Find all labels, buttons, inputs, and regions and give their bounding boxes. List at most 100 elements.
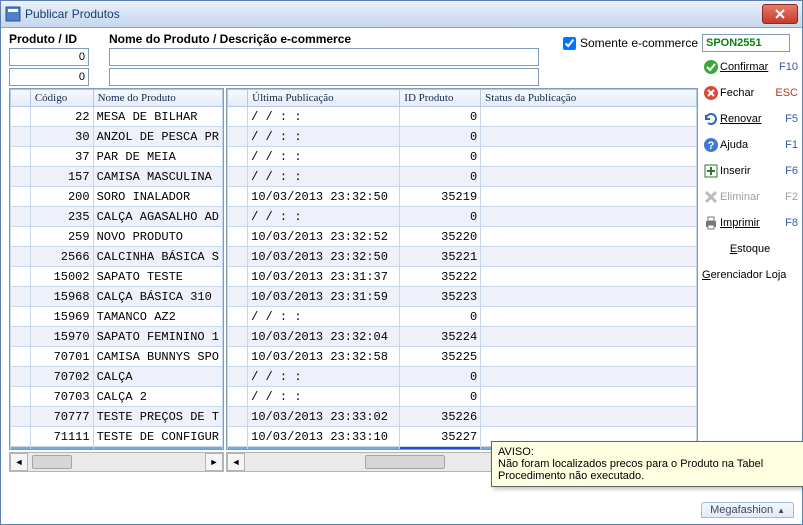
table-row[interactable]: 37PAR DE MEIA	[11, 147, 223, 167]
cell-status	[481, 107, 697, 127]
row-marker	[228, 327, 248, 347]
cell-ultima: 10/03/2013 23:32:04	[248, 327, 400, 347]
row-marker	[228, 127, 248, 147]
cell-nome: TESTE PREÇOS DE T	[93, 407, 222, 427]
row-marker	[228, 267, 248, 287]
table-row[interactable]: 15968CALÇA BÁSICA 310	[11, 287, 223, 307]
table-row[interactable]: 70702CALÇA	[11, 367, 223, 387]
cell-ultima: / / : :	[248, 367, 400, 387]
left-hscroll[interactable]: ◄ ►	[9, 452, 224, 472]
fechar-button[interactable]: Fechar ESC	[702, 82, 798, 104]
col-idproduto[interactable]: ID Produto	[400, 90, 481, 107]
table-row[interactable]: / / : :0	[228, 367, 697, 387]
scroll-left-icon[interactable]: ◄	[227, 453, 245, 471]
cell-nome: ANZOL DE PESCA PR	[93, 127, 222, 147]
cell-ultima: / / : :	[248, 447, 400, 450]
col-ultima[interactable]: Última Publicação	[248, 90, 400, 107]
cell-nome: SORO INALADOR	[93, 187, 222, 207]
cell-ultima: 10/03/2013 23:32:52	[248, 227, 400, 247]
renovar-button[interactable]: Renovar F5	[702, 108, 798, 130]
cell-nome: CALCINHA BÁSICA S	[93, 247, 222, 267]
table-row[interactable]: / / : :0	[228, 107, 697, 127]
descricao-field[interactable]	[109, 68, 539, 86]
table-row[interactable]: 22MESA DE BILHAR	[11, 107, 223, 127]
table-row[interactable]: 70703CALÇA 2	[11, 387, 223, 407]
cell-codigo: 22	[30, 107, 93, 127]
cell-codigo: 71111	[30, 427, 93, 447]
cell-ultima: / / : :	[248, 147, 400, 167]
table-row[interactable]: ▶72222CAMISA MANGA COM	[11, 447, 223, 450]
table-row[interactable]: 30ANZOL DE PESCA PR	[11, 127, 223, 147]
row-marker	[228, 387, 248, 407]
col-status[interactable]: Status da Publicação	[481, 90, 697, 107]
table-row[interactable]: 15969TAMANCO AZ2	[11, 307, 223, 327]
estoque-button[interactable]: Estoque	[702, 238, 798, 260]
table-row[interactable]: 15970SAPATO FEMININO 1	[11, 327, 223, 347]
cell-codigo: 157	[30, 167, 93, 187]
cell-idproduto: 0	[400, 127, 481, 147]
publication-grid[interactable]: Última Publicação ID Produto Status da P…	[226, 88, 698, 450]
produto-id-field[interactable]	[9, 48, 89, 66]
confirmar-button[interactable]: Confirmar F10	[702, 56, 798, 78]
cell-idproduto: 35220	[400, 227, 481, 247]
row-marker	[11, 127, 31, 147]
window-code-field[interactable]	[702, 34, 790, 52]
cell-ultima: 10/03/2013 23:32:50	[248, 187, 400, 207]
scroll-right-icon[interactable]: ►	[205, 453, 223, 471]
table-row[interactable]: 2566CALCINHA BÁSICA S	[11, 247, 223, 267]
table-row[interactable]: 10/03/2013 23:31:3735222	[228, 267, 697, 287]
table-row[interactable]: 15002SAPATO TESTE	[11, 267, 223, 287]
cell-codigo: 2566	[30, 247, 93, 267]
cell-nome: CALÇA	[93, 367, 222, 387]
table-row[interactable]: / / : :0	[228, 127, 697, 147]
table-row[interactable]: / / : :0	[228, 147, 697, 167]
cell-codigo: 15968	[30, 287, 93, 307]
statusbar-tab[interactable]: Megafashion▲	[701, 502, 794, 518]
products-grid[interactable]: Código Nome do Produto 22MESA DE BILHAR3…	[9, 88, 224, 450]
row-marker	[11, 147, 31, 167]
row-marker	[11, 167, 31, 187]
cell-status	[481, 347, 697, 367]
nome-produto-field[interactable]	[109, 48, 539, 66]
table-row[interactable]: / / : :0	[228, 167, 697, 187]
cell-codigo: 235	[30, 207, 93, 227]
imprimir-button[interactable]: Imprimir F8	[702, 212, 798, 234]
col-nome[interactable]: Nome do Produto	[93, 90, 222, 107]
row-marker	[11, 267, 31, 287]
table-row[interactable]: / / : :0	[228, 207, 697, 227]
window-close-button[interactable]	[762, 4, 798, 24]
table-row[interactable]: 10/03/2013 23:32:0435224	[228, 327, 697, 347]
table-row[interactable]: 10/03/2013 23:32:5235220	[228, 227, 697, 247]
row-marker	[11, 227, 31, 247]
table-row[interactable]: 10/03/2013 23:31:5935223	[228, 287, 697, 307]
refresh-icon	[702, 111, 720, 127]
cell-nome: NOVO PRODUTO	[93, 227, 222, 247]
table-row[interactable]: 70777TESTE PREÇOS DE T	[11, 407, 223, 427]
cell-ultima: 10/03/2013 23:32:50	[248, 247, 400, 267]
cell-status	[481, 387, 697, 407]
table-row[interactable]: / / : :0	[228, 387, 697, 407]
table-row[interactable]: 10/03/2013 23:33:0235226	[228, 407, 697, 427]
scroll-left-icon[interactable]: ◄	[10, 453, 28, 471]
row-marker	[11, 107, 31, 127]
table-row[interactable]: 10/03/2013 23:32:5835225	[228, 347, 697, 367]
table-row[interactable]: 157CAMISA MASCULINA	[11, 167, 223, 187]
inserir-button[interactable]: Inserir F6	[702, 160, 798, 182]
table-row[interactable]: 259NOVO PRODUTO	[11, 227, 223, 247]
table-row[interactable]: 200SORO INALADOR	[11, 187, 223, 207]
cell-status	[481, 187, 697, 207]
table-row[interactable]: 10/03/2013 23:32:5035219	[228, 187, 697, 207]
produto-id2-field[interactable]	[9, 68, 89, 86]
somente-ecommerce-checkbox[interactable]	[563, 37, 576, 50]
table-row[interactable]: 71111TESTE DE CONFIGUR	[11, 427, 223, 447]
add-icon	[702, 163, 720, 179]
table-row[interactable]: 235CALÇA AGASALHO AD	[11, 207, 223, 227]
col-codigo[interactable]: Código	[30, 90, 93, 107]
table-row[interactable]: 70701CAMISA BUNNYS SPO	[11, 347, 223, 367]
ajuda-button[interactable]: ? Ajuda F1	[702, 134, 798, 156]
cell-nome: MESA DE BILHAR	[93, 107, 222, 127]
table-row[interactable]: 10/03/2013 23:32:5035221	[228, 247, 697, 267]
table-row[interactable]: / / : :0	[228, 307, 697, 327]
cell-status	[481, 207, 697, 227]
gerenciador-button[interactable]: Gerenciador Loja	[702, 264, 798, 286]
